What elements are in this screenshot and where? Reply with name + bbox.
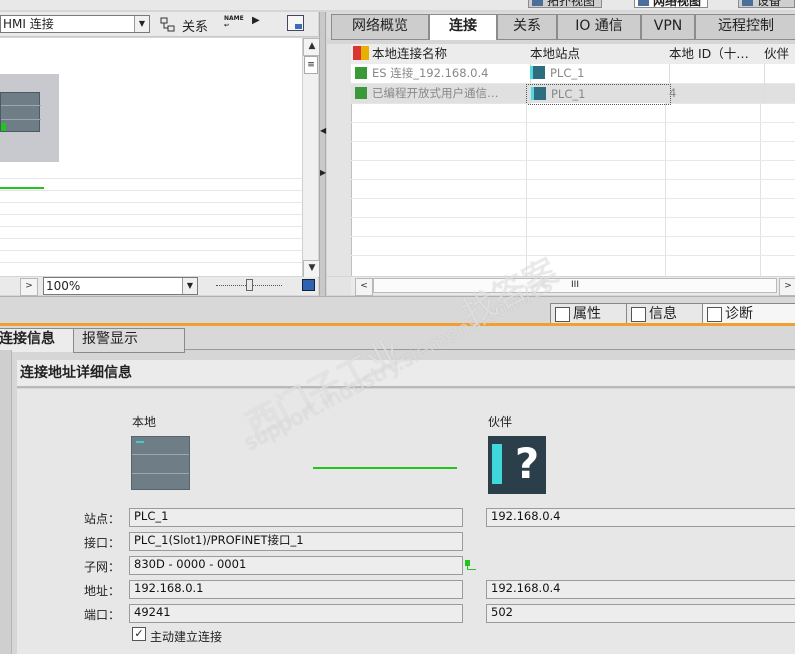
connection-type-select[interactable]: HMI 连接 ▼ — [0, 15, 150, 33]
local-label: 本地 — [132, 415, 157, 429]
topology-icon — [532, 0, 543, 6]
partner-label: 伙伴 — [488, 415, 513, 429]
diagnostics-subtabs: 连接信息 报警显示 — [0, 326, 795, 353]
tab-network-overview[interactable]: 网络概览 — [331, 14, 429, 40]
expand-arrow-icon[interactable]: ▶ — [252, 15, 260, 26]
active-connect-checkbox[interactable]: ✓ — [132, 627, 146, 641]
column-header-partner[interactable]: 伙伴 — [760, 44, 795, 65]
tab-relations[interactable]: 关系 — [497, 14, 557, 40]
label-station: 站点： — [83, 512, 120, 526]
relations-button[interactable]: 关系 — [160, 16, 218, 35]
scroll-right-icon[interactable]: > — [20, 278, 38, 296]
label-port: 端口： — [83, 608, 120, 622]
relations-icon — [160, 17, 175, 32]
local-station-field: PLC_1 — [129, 508, 463, 527]
label-interface: 接口： — [83, 536, 120, 550]
plc-icon — [530, 66, 545, 79]
tab-topology-view[interactable]: 拓扑视图 — [528, 0, 603, 8]
connection-type-icon — [353, 46, 369, 60]
connection-icon — [355, 87, 367, 99]
scroll-left-icon[interactable]: < — [355, 278, 373, 296]
connection-icon — [355, 67, 367, 79]
pane-splitter[interactable]: ◀ ▶ — [319, 12, 326, 296]
plc-icon — [531, 87, 546, 100]
tab-vpn[interactable]: VPN — [641, 14, 695, 40]
chevron-down-icon[interactable]: ▼ — [134, 16, 149, 32]
table-row[interactable]: ES 连接_192.168.0.4 PLC_1 — [351, 64, 795, 84]
table-row[interactable]: 已编程开放式用户通信… PLC_1 4 — [351, 84, 795, 105]
row-header-column — [327, 44, 352, 276]
top-view-tabs: 拓扑视图 网络视图 设备视图 — [0, 0, 795, 10]
network-canvas[interactable] — [0, 38, 302, 276]
chevron-down-icon[interactable]: ▼ — [182, 278, 197, 294]
connections-table: 本地连接名称 本地站点 本地 ID（十… 伙伴 ES 连接_192.168.0.… — [327, 44, 795, 276]
local-plc-icon — [131, 436, 190, 490]
overview-window-icon[interactable] — [287, 15, 304, 31]
network-icon — [638, 0, 649, 6]
local-port-field: 49241 — [129, 604, 463, 623]
profinet-line — [0, 187, 44, 189]
inspector-header: 属性 信息 诊断 — [0, 296, 795, 327]
tab-device-view[interactable]: 设备视图 — [738, 0, 795, 8]
collapse-left-icon[interactable]: ◀ — [320, 126, 326, 135]
tab-network-view[interactable]: 网络视图 — [634, 0, 709, 8]
grid-horizontal-scrollbar[interactable]: < III > — [351, 277, 795, 296]
tab-connections[interactable]: 连接 — [429, 14, 497, 40]
plc-device-node[interactable] — [0, 74, 59, 162]
subnet-link-icon — [465, 560, 477, 571]
unknown-partner-icon: ? — [488, 436, 546, 494]
scroll-thumb[interactable]: ≡ — [304, 56, 318, 74]
zoom-select[interactable]: 100% ▼ — [43, 277, 198, 295]
section-title: 连接地址详细信息 — [17, 360, 795, 388]
properties-icon — [555, 307, 570, 322]
device-icon — [742, 0, 753, 6]
scroll-thumb[interactable]: III — [373, 278, 777, 293]
network-data-tabs: 网络概览 连接 关系 IO 通信 VPN 远程控制 — [327, 12, 795, 40]
plc-icon — [0, 92, 41, 132]
collapse-right-icon[interactable]: ▶ — [320, 168, 326, 177]
left-vertical-scrollbar[interactable]: ▲ ≡ ▼ — [302, 38, 321, 278]
label-address: 地址： — [83, 584, 120, 598]
label-subnet: 子网： — [83, 560, 120, 574]
tab-alarm-display[interactable]: 报警显示 — [73, 328, 185, 353]
partner-address-field: 192.168.0.4 — [486, 580, 795, 599]
name-toggle-icon[interactable]: NAME ↩ — [224, 15, 244, 33]
fit-view-icon[interactable] — [302, 279, 315, 291]
info-icon — [631, 307, 646, 322]
column-header-name[interactable]: 本地连接名称 — [351, 44, 529, 65]
connection-line — [313, 467, 457, 469]
column-header-station[interactable]: 本地站点 — [526, 44, 670, 65]
column-header-local-id[interactable]: 本地 ID（十… — [665, 44, 765, 65]
tab-io-communication[interactable]: IO 通信 — [557, 14, 641, 40]
diagnostics-icon — [707, 307, 722, 322]
local-address-field: 192.168.0.1 — [129, 580, 463, 599]
left-collapse-strip[interactable] — [0, 350, 12, 654]
left-toolbar: HMI 连接 ▼ 关系 NAME ↩ ▶ — [0, 12, 318, 37]
tab-remote-control[interactable]: 远程控制 — [695, 14, 795, 40]
left-status-bar: > 100% ▼ — [0, 277, 318, 296]
connection-detail-panel: 本地 伙伴 ? 站点： 接口： 子网： 地址： 端口： PLC_1 PLC_1(… — [17, 389, 795, 654]
scroll-right-icon[interactable]: > — [779, 278, 795, 296]
local-interface-field: PLC_1(Slot1)/PROFINET接口_1 — [129, 532, 463, 551]
question-icon: ? — [514, 439, 540, 488]
local-subnet-field: 830D - 0000 - 0001 — [129, 556, 463, 575]
partner-port-field: 502 — [486, 604, 795, 623]
active-connect-label: 主动建立连接 — [150, 630, 223, 644]
zoom-slider-thumb[interactable] — [246, 279, 253, 291]
partner-station-field: 192.168.0.4 — [486, 508, 795, 527]
